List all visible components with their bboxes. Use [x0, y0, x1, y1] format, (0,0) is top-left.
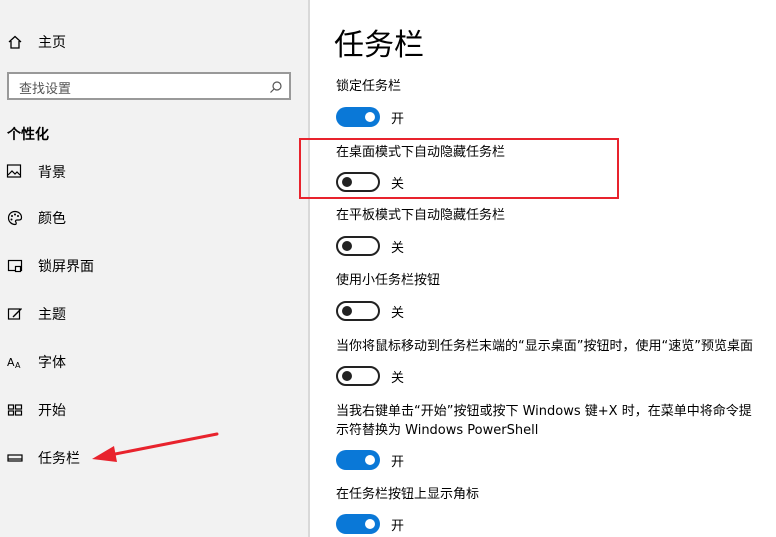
annotation-arrow	[92, 432, 219, 462]
